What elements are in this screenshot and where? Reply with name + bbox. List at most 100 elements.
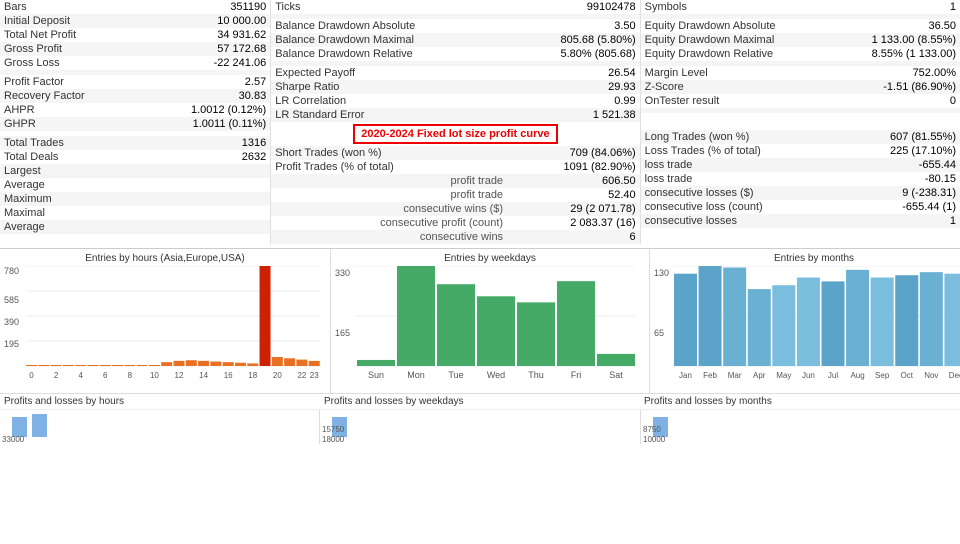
table-row: Equity Drawdown Absolute 36.50 xyxy=(641,19,960,33)
bottom-weekdays-label: Profits and losses by weekdays xyxy=(320,394,640,409)
label-long-trades: Long Trades (won %) xyxy=(641,130,833,144)
svg-text:Sep: Sep xyxy=(875,371,890,380)
value-total-net-profit: 34 931.62 xyxy=(160,28,271,42)
label-consec-losses-count: consecutive losses xyxy=(641,214,833,228)
table-row: LR Standard Error 1 521.38 xyxy=(271,108,639,122)
table-row: Profit Trades (% of total) 1091 (82.90%) xyxy=(271,160,639,174)
table-row: Initial Deposit 10 000.00 xyxy=(0,14,270,28)
value-sharpe-ratio: 29.93 xyxy=(507,80,640,94)
label-lr-correlation: LR Correlation xyxy=(271,94,507,108)
value-maximum xyxy=(160,192,271,206)
svg-text:Jan: Jan xyxy=(679,371,692,380)
value-loss-trade-avg: -80.15 xyxy=(832,172,960,186)
table-row: Expected Payoff 26.54 xyxy=(271,66,639,80)
svg-text:8: 8 xyxy=(128,371,133,380)
svg-text:Mon: Mon xyxy=(407,370,425,380)
table-row: Average xyxy=(0,220,270,234)
svg-text:22: 22 xyxy=(297,371,306,380)
label-consec-wins-count: consecutive wins xyxy=(271,230,507,244)
table-row: Margin Level 752.00% xyxy=(641,66,960,80)
value-profit-trade-largest: 606.50 xyxy=(507,174,640,188)
svg-text:Sun: Sun xyxy=(368,370,384,380)
y-label-330: 330 xyxy=(335,268,350,278)
value-average2 xyxy=(160,220,271,234)
chart-months-title: Entries by months xyxy=(654,253,960,264)
svg-text:Oct: Oct xyxy=(901,371,914,380)
table-row: Short Trades (won %) 709 (84.06%) xyxy=(271,146,639,160)
svg-text:10: 10 xyxy=(150,371,159,380)
svg-text:Mar: Mar xyxy=(728,371,742,380)
y-label-130: 130 xyxy=(654,268,669,278)
table-row: Z-Score -1.51 (86.90%) xyxy=(641,80,960,94)
chart-weekdays-title: Entries by weekdays xyxy=(335,253,645,264)
value-gross-loss: -22 241.06 xyxy=(160,56,271,70)
table-row: Loss Trades (% of total) 225 (17.10%) xyxy=(641,144,960,158)
value-largest xyxy=(160,164,271,178)
svg-text:0: 0 xyxy=(29,371,34,380)
label-total-trades: Total Trades xyxy=(0,136,160,150)
value-gross-profit: 57 172.68 xyxy=(160,42,271,56)
table-row: Equity Drawdown Maximal 1 133.00 (8.55%) xyxy=(641,33,960,47)
label-recovery-factor: Recovery Factor xyxy=(0,89,160,103)
table-row: Largest xyxy=(0,164,270,178)
label-initial-deposit: Initial Deposit xyxy=(0,14,160,28)
svg-text:16: 16 xyxy=(224,371,233,380)
y-label-780: 780 xyxy=(4,266,19,276)
y-label-390: 390 xyxy=(4,317,19,327)
value-profit-trades: 1091 (82.90%) xyxy=(507,160,640,174)
value-lr-std-error: 1 521.38 xyxy=(507,108,640,122)
table-row: Ticks 99102478 xyxy=(271,0,639,14)
svg-text:Apr: Apr xyxy=(753,371,766,380)
value-average1 xyxy=(160,178,271,192)
label-largest: Largest xyxy=(0,164,160,178)
svg-text:18: 18 xyxy=(248,371,257,380)
label-short-trades: Short Trades (won %) xyxy=(271,146,507,160)
label-balance-dd-max: Balance Drawdown Maximal xyxy=(271,33,507,47)
chart-hours-title: Entries by hours (Asia,Europe,USA) xyxy=(4,253,326,264)
table-row: profit trade 52.40 xyxy=(271,188,639,202)
value-margin-level: 752.00% xyxy=(832,66,960,80)
value-maximal xyxy=(160,206,271,220)
label-total-net-profit: Total Net Profit xyxy=(0,28,160,42)
value-equity-dd-abs: 36.50 xyxy=(832,19,960,33)
label-balance-dd-abs: Balance Drawdown Absolute xyxy=(271,19,507,33)
label-loss-trade-avg: loss trade xyxy=(641,172,833,186)
svg-text:Sat: Sat xyxy=(609,370,623,380)
table-row: 2020-2024 Fixed lot size profit curve xyxy=(271,122,639,146)
svg-text:8750: 8750 xyxy=(643,425,661,434)
value-consec-loss-count: -655.44 (1) xyxy=(832,200,960,214)
svg-text:Fri: Fri xyxy=(571,370,582,380)
label-loss-trades: Loss Trades (% of total) xyxy=(641,144,833,158)
svg-text:4: 4 xyxy=(78,371,83,380)
value-equity-dd-rel: 8.55% (1 133.00) xyxy=(832,47,960,61)
bottom-hours-bar-chart: 33000 xyxy=(2,412,302,442)
table-row: GHPR 1.0011 (0.11%) xyxy=(0,117,270,131)
svg-text:Thu: Thu xyxy=(528,370,544,380)
label-symbols: Symbols xyxy=(641,0,833,14)
label-ontester: OnTester result xyxy=(641,94,833,108)
label-consec-losses: consecutive losses ($) xyxy=(641,186,833,200)
svg-text:May: May xyxy=(776,371,791,380)
value-profit-trade-avg: 52.40 xyxy=(507,188,640,202)
label-average2: Average xyxy=(0,220,160,234)
value-ontester: 0 xyxy=(832,94,960,108)
value-bars: 351190 xyxy=(160,0,271,14)
label-profit-factor: Profit Factor xyxy=(0,75,160,89)
label-ahpr: AHPR xyxy=(0,103,160,117)
value-loss-trade-largest: -655.44 xyxy=(832,158,960,172)
label-equity-dd-abs: Equity Drawdown Absolute xyxy=(641,19,833,33)
label-consec-profit: consecutive profit (count) xyxy=(271,216,507,230)
svg-text:Aug: Aug xyxy=(850,371,864,380)
label-lr-std-error: LR Standard Error xyxy=(271,108,507,122)
table-row: consecutive wins ($) 29 (2 071.78) xyxy=(271,202,639,216)
table-row: LR Correlation 0.99 xyxy=(271,94,639,108)
table-row: Gross Loss -22 241.06 xyxy=(0,56,270,70)
value-long-trades: 607 (81.55%) xyxy=(832,130,960,144)
bottom-hours-label: Profits and losses by hours xyxy=(0,394,320,409)
label-gross-profit: Gross Profit xyxy=(0,42,160,56)
value-equity-dd-max: 1 133.00 (8.55%) xyxy=(832,33,960,47)
svg-text:6: 6 xyxy=(103,371,108,380)
value-loss-trades: 225 (17.10%) xyxy=(832,144,960,158)
svg-text:18000: 18000 xyxy=(322,435,345,442)
curve-label: 2020-2024 Fixed lot size profit curve xyxy=(353,124,557,144)
